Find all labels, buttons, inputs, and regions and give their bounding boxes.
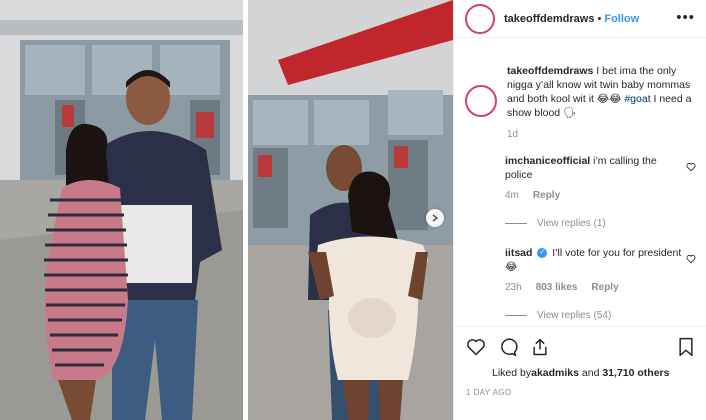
post-photo-left xyxy=(0,0,243,420)
author-username[interactable]: takeoffdemdraws xyxy=(504,13,594,25)
heart-icon[interactable] xyxy=(466,337,486,357)
next-photo-button[interactable] xyxy=(426,209,444,227)
share-icon[interactable] xyxy=(530,337,550,357)
post-caption: takeoffdemdraws I bet ima the only nigga… xyxy=(465,64,697,142)
commenter-avatar[interactable] xyxy=(468,246,494,272)
commenter-avatar[interactable] xyxy=(468,154,494,180)
post-actions-section: Liked by akadmiks and 31,710 others 1 DA… xyxy=(454,326,706,420)
likes-summary: Liked by akadmiks and 31,710 others xyxy=(466,363,669,383)
post-photo-right xyxy=(248,0,453,420)
comment-item: iitsad ✓ I’ll vote for you for president… xyxy=(468,246,696,293)
caption-avatar[interactable] xyxy=(465,85,497,117)
reply-button[interactable]: Reply xyxy=(533,190,560,201)
heart-icon[interactable] xyxy=(686,162,696,172)
author-avatar[interactable] xyxy=(465,3,495,34)
caption-hashtag[interactable]: #goat xyxy=(624,93,650,105)
liked-user[interactable]: akadmiks xyxy=(531,367,579,379)
verified-badge-icon: ✓ xyxy=(537,248,548,259)
comment-icon[interactable] xyxy=(498,337,518,357)
liked-mid: and xyxy=(578,367,603,379)
heart-icon[interactable] xyxy=(686,254,696,264)
follow-button[interactable]: Follow xyxy=(604,13,639,25)
replies-divider xyxy=(505,223,527,224)
comment-text: I’ll vote for you for president 😂 xyxy=(505,247,682,273)
chevron-right-icon xyxy=(432,214,439,222)
liked-count[interactable]: 31,710 others xyxy=(602,367,669,379)
liked-prefix: Liked by xyxy=(492,367,532,379)
post-media[interactable] xyxy=(0,0,453,420)
caption-timestamp[interactable]: 1d xyxy=(507,128,697,142)
reply-button[interactable]: Reply xyxy=(591,282,618,293)
more-options-icon[interactable]: ••• xyxy=(676,9,695,26)
view-replies-label: View replies (1) xyxy=(537,218,606,229)
header-separator: • xyxy=(597,12,602,25)
comment-item: imchaniceofficial i’m calling the police… xyxy=(468,154,696,201)
caption-username[interactable]: takeoffdemdraws xyxy=(507,65,593,77)
view-replies-label: View replies (54) xyxy=(537,310,612,321)
replies-divider xyxy=(505,315,527,316)
post-timestamp[interactable]: 1 DAY AGO xyxy=(466,388,512,397)
comment-age[interactable]: 23h xyxy=(505,282,522,293)
bookmark-icon[interactable] xyxy=(677,337,695,357)
comment-username[interactable]: imchaniceofficial xyxy=(505,155,590,167)
post-side-panel: takeoffdemdraws • Follow ••• takeoffdemd… xyxy=(453,0,706,420)
comment-username[interactable]: iitsad xyxy=(505,247,532,259)
liker-avatar[interactable] xyxy=(466,363,486,383)
view-replies-button[interactable]: View replies (1) xyxy=(505,218,606,229)
view-replies-button[interactable]: View replies (54) xyxy=(505,310,611,321)
comment-age[interactable]: 4m xyxy=(505,190,519,201)
post-header: takeoffdemdraws • Follow ••• xyxy=(454,0,706,38)
comment-likes[interactable]: 803 likes xyxy=(536,282,578,293)
